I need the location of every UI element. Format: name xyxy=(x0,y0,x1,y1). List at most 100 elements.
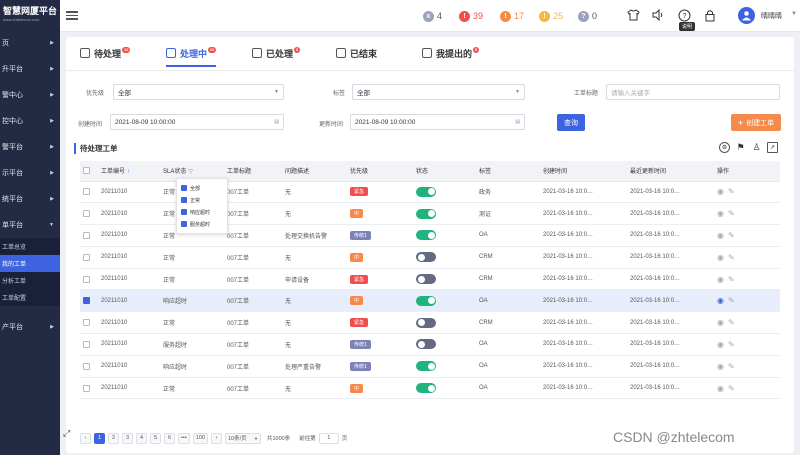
view-icon[interactable]: ◉ xyxy=(717,362,724,371)
column-header-5[interactable]: 状态 xyxy=(413,161,476,182)
alert-counter-4[interactable]: ? 0 xyxy=(578,9,597,23)
flag-icon[interactable]: ⚑ xyxy=(735,142,746,153)
sort-up-icon[interactable]: ↑ xyxy=(127,169,130,175)
avatar[interactable] xyxy=(738,7,755,24)
status-toggle[interactable] xyxy=(416,252,436,263)
help-icon[interactable]: ? xyxy=(677,8,691,22)
page-button[interactable]: ••• xyxy=(178,432,190,444)
edit-icon[interactable]: ✎ xyxy=(728,296,735,305)
column-header-8[interactable]: 最近更新时间 xyxy=(627,161,714,182)
goto-page-input[interactable]: 1 xyxy=(318,432,339,444)
page-button[interactable]: 100 xyxy=(192,432,208,444)
next-page-button[interactable]: › xyxy=(210,432,222,444)
column-header-0[interactable]: 工单编号 ↑ xyxy=(98,161,160,182)
user-icon[interactable]: ♙ xyxy=(751,142,762,153)
sidebar-item-0[interactable]: 页 ▶ xyxy=(0,30,60,56)
status-toggle[interactable] xyxy=(416,186,436,197)
view-icon[interactable]: ◉ xyxy=(717,209,724,218)
volume-icon[interactable] xyxy=(651,8,665,22)
status-toggle[interactable] xyxy=(416,339,436,350)
view-icon[interactable]: ◉ xyxy=(717,231,724,240)
filter-icon[interactable]: ▽ xyxy=(188,169,193,175)
alert-counter-2[interactable]: ! 17 xyxy=(500,9,524,23)
settings-icon[interactable]: ⚙ xyxy=(719,142,730,153)
page-button[interactable]: 3 xyxy=(122,432,133,444)
sidebar-subitem-3[interactable]: 工单配置 xyxy=(0,289,60,306)
create-ticket-button[interactable]: + 创建工单 xyxy=(731,114,781,131)
updated-date-picker[interactable]: 2021-08-09 10:00:00 ▤ xyxy=(350,114,525,130)
status-toggle[interactable] xyxy=(416,317,436,328)
shirt-icon[interactable] xyxy=(626,8,640,22)
sidebar-item-1[interactable]: 升平台 ▶ xyxy=(0,56,60,82)
sidebar-item-2[interactable]: 警中心 ▶ xyxy=(0,82,60,108)
view-icon[interactable]: ◉ xyxy=(717,384,724,393)
sidebar-subitem-1[interactable]: 我的工单 xyxy=(0,255,60,272)
view-icon[interactable]: ◉ xyxy=(717,340,724,349)
edit-icon[interactable]: ✎ xyxy=(728,253,735,262)
table-row[interactable]: 20211010 正常 007工单无中 CRM 2021-03-16 10:0… 2021… xyxy=(80,246,780,269)
sla-filter-option[interactable]: 响应超时 xyxy=(181,206,223,218)
sla-option-checkbox[interactable] xyxy=(181,197,187,203)
page-size-select[interactable]: 10条/页 ▼ xyxy=(224,432,261,444)
export-icon[interactable]: ↗ xyxy=(767,142,778,153)
sidebar-item-4[interactable]: 警平台 ▶ xyxy=(0,134,60,160)
column-header-3[interactable]: 问题描述 xyxy=(282,161,347,182)
sla-option-checkbox[interactable] xyxy=(181,185,187,191)
chevron-down-icon[interactable]: ▼ xyxy=(791,11,797,17)
page-button[interactable]: 4 xyxy=(136,432,147,444)
sidebar-item-6[interactable]: 统平台 ▶ xyxy=(0,186,60,212)
logo[interactable]: 智慧网厦平台 www.zhtelecom.com xyxy=(0,0,60,30)
page-button[interactable]: 2 xyxy=(108,432,119,444)
column-header-7[interactable]: 创建时间 xyxy=(540,161,627,182)
column-header-9[interactable]: 操作 xyxy=(714,161,780,182)
fullscreen-icon[interactable]: ⤢ xyxy=(63,428,70,439)
edit-icon[interactable]: ✎ xyxy=(728,275,735,284)
sidebar-subitem-2[interactable]: 分析工单 xyxy=(0,272,60,289)
created-date-picker[interactable]: 2021-08-09 10:00:00 ▤ xyxy=(110,114,284,130)
sidebar-item-3[interactable]: 控中心 ▶ xyxy=(0,108,60,134)
tab-0[interactable]: 待处理 10 xyxy=(80,47,131,67)
status-toggle[interactable] xyxy=(416,295,436,306)
alert-counter-3[interactable]: ! 25 xyxy=(539,9,563,23)
table-row[interactable]: 20211010 响应超时 007工单 处理严重告警 传统1 OA 2021-03-16 1… xyxy=(80,355,780,378)
table-row[interactable]: 20211010 正常 007工单无紧急 CRM 2021-03-16 10:0… 202… xyxy=(80,311,780,335)
edit-icon[interactable]: ✎ xyxy=(728,362,735,371)
edit-icon[interactable]: ✎ xyxy=(728,187,735,196)
row-checkbox[interactable] xyxy=(83,362,90,370)
table-row[interactable]: 20211010 服务超时 007工单无传统1 OA 2021-03-16 10:0… 2… xyxy=(80,333,780,356)
row-checkbox[interactable] xyxy=(83,384,90,392)
row-checkbox[interactable] xyxy=(83,319,90,327)
alert-counter-0[interactable]: x4 xyxy=(423,9,442,23)
sla-filter-option[interactable]: 全部 xyxy=(181,182,223,194)
view-icon[interactable]: ◉ xyxy=(717,296,724,305)
table-row[interactable]: 20211010 正常 007工单无中 OA 2021-03-16 10:0… 2021-… xyxy=(80,377,780,400)
view-icon[interactable]: ◉ xyxy=(717,275,724,284)
tab-3[interactable]: 已结束 xyxy=(336,47,377,67)
status-toggle[interactable] xyxy=(416,383,436,394)
title-search-input[interactable]: 请输入关键字 xyxy=(606,84,780,100)
edit-icon[interactable]: ✎ xyxy=(728,384,735,393)
sla-option-checkbox[interactable] xyxy=(181,221,187,227)
priority-select[interactable]: 全部 ▼ xyxy=(113,84,284,100)
sla-filter-option[interactable]: 服务超时 xyxy=(181,218,223,230)
sla-option-checkbox[interactable] xyxy=(181,209,187,215)
tab-4[interactable]: 我提出的 5 xyxy=(422,47,480,67)
row-checkbox[interactable] xyxy=(83,188,90,196)
status-toggle[interactable] xyxy=(416,208,436,219)
select-all-checkbox[interactable] xyxy=(83,167,90,175)
edit-icon[interactable]: ✎ xyxy=(728,209,735,218)
sla-filter-option[interactable]: 正常 xyxy=(181,194,223,206)
row-checkbox[interactable] xyxy=(83,253,90,261)
status-toggle[interactable] xyxy=(416,361,436,372)
row-checkbox[interactable] xyxy=(83,340,90,348)
page-button[interactable]: 1 xyxy=(94,432,105,444)
edit-icon[interactable]: ✎ xyxy=(728,318,735,327)
row-checkbox[interactable] xyxy=(83,210,90,218)
sidebar-item-5[interactable]: 示平台 ▶ xyxy=(0,160,60,186)
row-checkbox[interactable] xyxy=(83,231,90,239)
edit-icon[interactable]: ✎ xyxy=(728,231,735,240)
column-header-2[interactable]: 工单标题 xyxy=(224,161,282,182)
sidebar-item-7[interactable]: 单平台 ▼ xyxy=(0,212,60,238)
view-icon[interactable]: ◉ xyxy=(717,187,724,196)
prev-page-button[interactable]: ‹ xyxy=(80,432,91,444)
